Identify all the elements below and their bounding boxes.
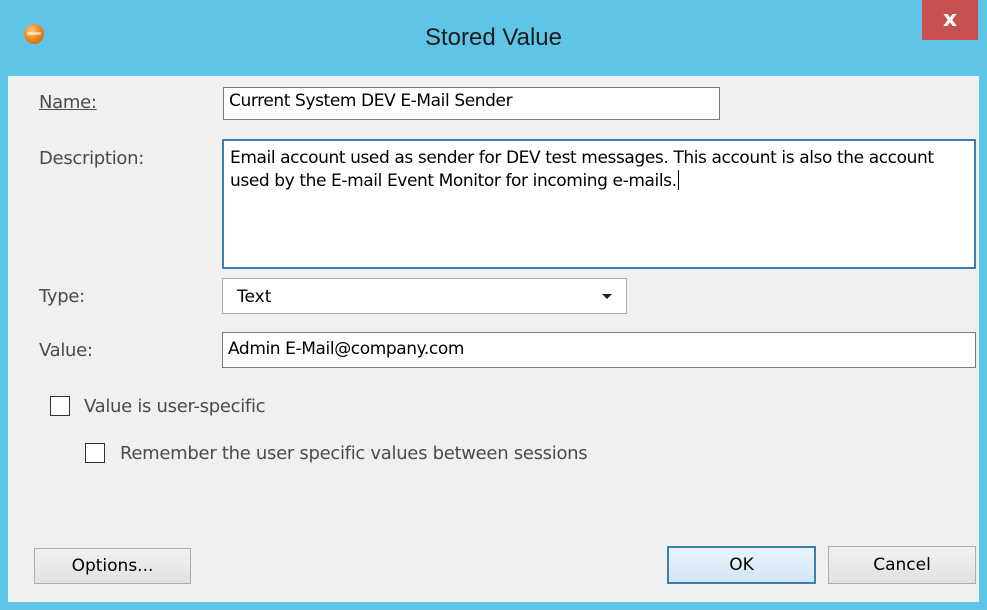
chevron-down-icon[interactable]	[602, 294, 612, 299]
close-button[interactable]: x	[922, 0, 978, 40]
value-input[interactable]: Admin E-Mail@company.com	[222, 332, 976, 368]
name-input[interactable]: Current System DEV E-Mail Sender	[223, 87, 720, 120]
value-label: Value:	[39, 340, 93, 361]
window-title: Stored Value	[425, 24, 562, 51]
name-label: Name:	[39, 92, 97, 113]
description-textarea[interactable]: Email account used as sender for DEV tes…	[222, 139, 976, 269]
remember-values-checkbox[interactable]	[85, 443, 105, 463]
cancel-button[interactable]: Cancel	[828, 546, 976, 584]
type-dropdown[interactable]: Text	[222, 278, 627, 314]
name-label-text: Name:	[39, 92, 97, 113]
description-text: Email account used as sender for DEV tes…	[230, 148, 934, 191]
title-bar[interactable]: Stored Value x	[0, 0, 987, 76]
type-dropdown-value: Text	[237, 287, 272, 307]
ok-button[interactable]: OK	[667, 546, 816, 584]
remember-values-label[interactable]: Remember the user specific values betwee…	[120, 443, 588, 464]
stored-value-dialog: Stored Value x Name: Current System DEV …	[0, 0, 987, 610]
text-caret	[677, 170, 679, 190]
description-label: Description:	[39, 148, 144, 169]
type-label: Type:	[39, 286, 85, 307]
user-specific-label[interactable]: Value is user-specific	[84, 396, 266, 417]
dialog-body: Name: Current System DEV E-Mail Sender D…	[8, 76, 979, 602]
user-specific-checkbox[interactable]	[50, 396, 70, 416]
options-button[interactable]: Options...	[34, 548, 191, 584]
